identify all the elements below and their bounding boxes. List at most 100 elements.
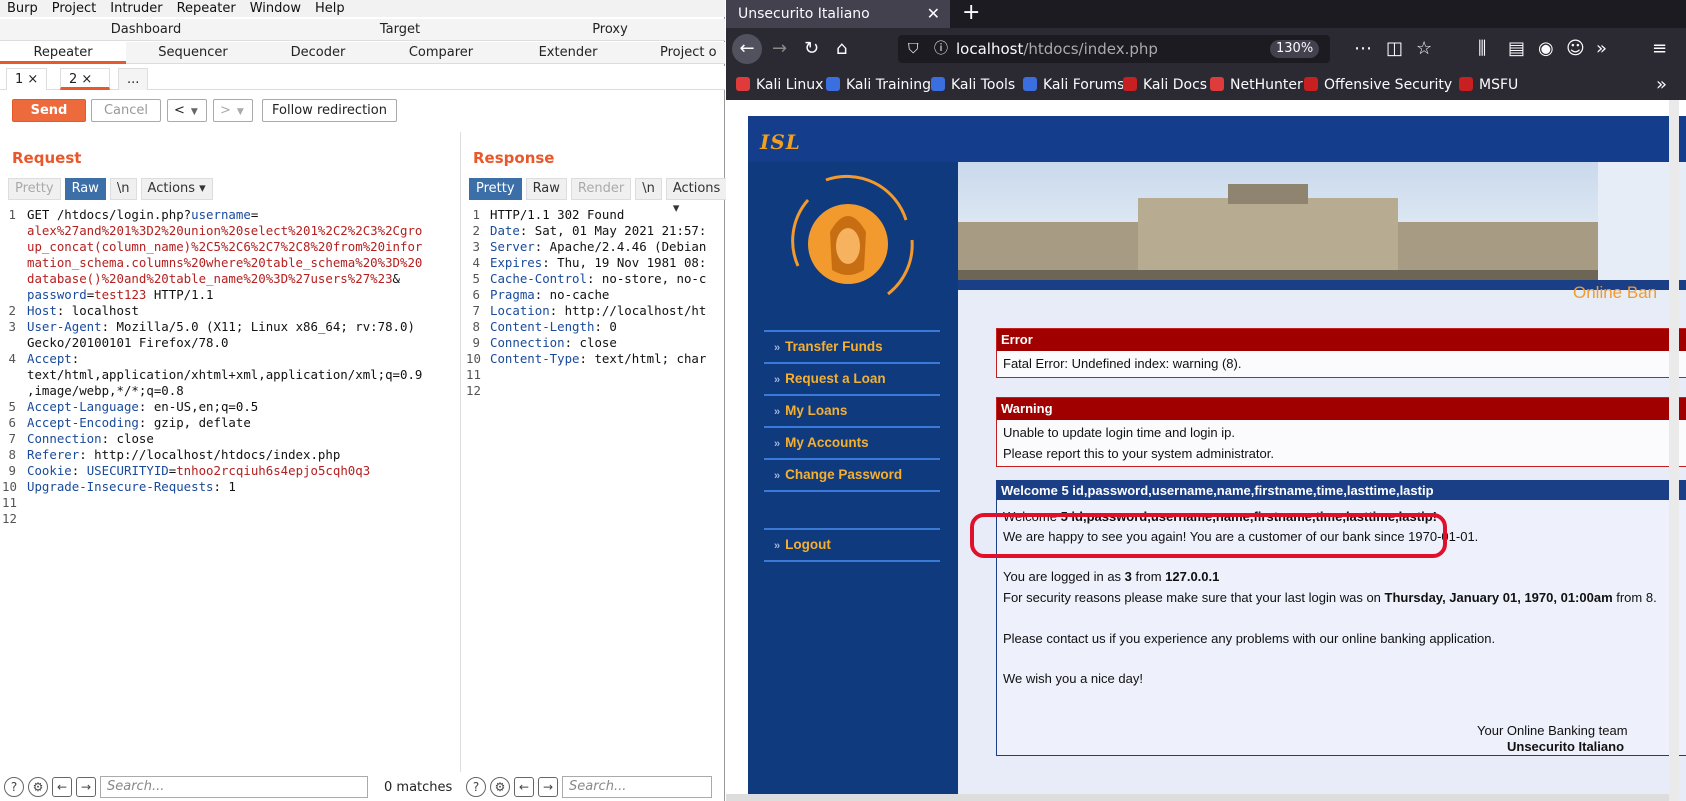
repeater-tab-1[interactable]: 1 ×: [6, 68, 48, 90]
tab-decoder[interactable]: Decoder: [255, 42, 381, 64]
request-code-line: Cookie: USECURITYID=tnhoo2rcqiuh6s4epjo5…: [27, 462, 370, 479]
bookmark-item[interactable]: Kali Tools: [931, 76, 1015, 94]
account-icon[interactable]: ◉: [1538, 39, 1554, 59]
cancel-button[interactable]: Cancel: [91, 99, 161, 122]
bookmark-item[interactable]: Kali Forums: [1023, 76, 1124, 94]
bookmark-item[interactable]: Kali Linux: [736, 76, 823, 94]
response-raw-button[interactable]: Raw: [525, 178, 567, 200]
repeater-tab-new[interactable]: ...: [118, 68, 149, 90]
security-line: For security reasons please make sure th…: [1003, 590, 1657, 605]
extension-icon[interactable]: ☺: [1566, 39, 1585, 59]
nav-item[interactable]: » Change Password: [764, 458, 940, 491]
nav-item[interactable]: » Transfer Funds: [764, 330, 940, 363]
request-line-number: 6: [8, 415, 16, 430]
help-icon[interactable]: ?: [466, 777, 486, 797]
nav-item[interactable]: » My Accounts: [764, 426, 940, 459]
reload-icon[interactable]: ↻: [804, 39, 819, 59]
bookmark-favicon-icon: [1023, 77, 1037, 91]
bookmark-item[interactable]: Kali Training: [826, 76, 931, 94]
response-token: : Sat, 01 May 2021 21:57:: [519, 223, 707, 238]
response-line-number: 5: [472, 271, 480, 286]
hamburger-menu-icon[interactable]: ≡: [1652, 39, 1667, 59]
request-token: : en-US,en;q=0.5: [138, 399, 259, 414]
repeater-subtabs: 1 × 2 × ...: [0, 66, 725, 90]
vertical-scrollbar[interactable]: [1669, 100, 1679, 801]
page-actions-icon[interactable]: ⋯: [1354, 39, 1372, 59]
logged-user: 3: [1124, 569, 1132, 584]
follow-redirection-button[interactable]: Follow redirection: [262, 99, 397, 122]
request-token: database()%20and%20table_name%20%3D%27us…: [27, 271, 393, 286]
close-tab-icon[interactable]: ✕: [927, 0, 940, 28]
previous-match-icon[interactable]: ←: [514, 777, 534, 797]
nav-item[interactable]: » My Loans: [764, 394, 940, 427]
bookmark-item[interactable]: MSFU: [1459, 76, 1518, 94]
url-bar[interactable]: ⛉ ⓘ localhost/htdocs/index.php 130%: [898, 35, 1330, 63]
tab-sequencer[interactable]: Sequencer: [130, 42, 256, 64]
tab-project-options[interactable]: Project o: [660, 42, 730, 64]
menu-window[interactable]: Window: [243, 0, 308, 17]
gear-icon[interactable]: ⚙: [28, 777, 48, 797]
request-editor[interactable]: 1 GET /htdocs/login.php?username= alex%27a…: [0, 206, 458, 566]
menu-burp[interactable]: Burp: [0, 0, 45, 17]
request-token: :: [71, 463, 87, 478]
pocket-icon[interactable]: ◫: [1386, 39, 1403, 59]
browser-tab[interactable]: Unsecurito Italiano ✕: [726, 0, 950, 28]
new-tab-icon[interactable]: +: [962, 0, 980, 26]
request-search-input[interactable]: Search...: [100, 776, 368, 798]
bookmark-item[interactable]: Offensive Security: [1304, 76, 1452, 94]
bookmark-item[interactable]: Kali Docs: [1123, 76, 1207, 94]
gear-icon[interactable]: ⚙: [490, 777, 510, 797]
history-forward-button[interactable]: > ▼: [213, 99, 253, 122]
request-pretty-button[interactable]: Pretty: [8, 178, 61, 200]
send-button[interactable]: Send: [12, 99, 86, 122]
previous-match-icon[interactable]: ←: [52, 777, 72, 797]
menu-help[interactable]: Help: [308, 0, 352, 17]
response-render-button[interactable]: Render: [570, 178, 632, 200]
horizontal-scrollbar[interactable]: [726, 794, 1669, 801]
tab-target[interactable]: Target: [340, 19, 460, 41]
repeater-tab-2[interactable]: 2 ×: [60, 68, 110, 90]
pane-divider[interactable]: [460, 132, 461, 772]
menu-project[interactable]: Project: [45, 0, 103, 17]
error-title: Error: [997, 329, 1686, 351]
next-match-icon[interactable]: →: [76, 777, 96, 797]
bookmarks-overflow-icon[interactable]: »: [1656, 75, 1667, 95]
tab-comparer[interactable]: Comparer: [378, 42, 504, 64]
response-token: Date: [490, 223, 520, 238]
shield-icon[interactable]: ⛉: [908, 35, 919, 63]
back-button-icon[interactable]: ←: [732, 34, 762, 64]
request-actions-button[interactable]: Actions ▾: [140, 178, 213, 200]
response-search-input[interactable]: Search...: [562, 776, 712, 798]
library-icon[interactable]: ⫼: [1478, 39, 1486, 59]
navigation-bar: ← → ↻ ⌂ ⛉ ⓘ localhost/htdocs/index.php 1…: [726, 28, 1686, 70]
menu-repeater[interactable]: Repeater: [170, 0, 243, 17]
warning-box: Warning Unable to update login time and …: [996, 397, 1686, 467]
response-actions-button[interactable]: Actions ▾: [665, 178, 728, 216]
request-newline-button[interactable]: \n: [109, 178, 137, 200]
history-back-button[interactable]: < ▼: [167, 99, 207, 122]
bookmark-star-icon[interactable]: ☆: [1416, 39, 1432, 59]
main-tabs-row2: Repeater Sequencer Decoder Comparer Exte…: [0, 42, 725, 64]
menu-intruder[interactable]: Intruder: [103, 0, 169, 17]
forward-button-icon[interactable]: →: [772, 39, 787, 59]
bookmark-item[interactable]: NetHunter: [1210, 76, 1303, 94]
response-pretty-button[interactable]: Pretty: [469, 178, 522, 200]
request-raw-button[interactable]: Raw: [64, 178, 106, 200]
sidebar-icon[interactable]: ▤: [1508, 39, 1525, 59]
tab-extender[interactable]: Extender: [505, 42, 631, 64]
response-editor[interactable]: 1 HTTP/1.1 302 Found 2 Date: Sat, 01 May 20…: [462, 206, 724, 426]
home-icon[interactable]: ⌂: [836, 39, 847, 59]
overflow-menu-icon[interactable]: »: [1596, 39, 1607, 59]
info-icon[interactable]: ⓘ: [934, 35, 948, 63]
tab-dashboard[interactable]: Dashboard: [86, 19, 206, 41]
help-icon[interactable]: ?: [4, 777, 24, 797]
nav-item[interactable]: » Request a Loan: [764, 362, 940, 395]
nav-logout[interactable]: » Logout: [764, 528, 940, 561]
response-newline-button[interactable]: \n: [635, 178, 662, 200]
web-page: ISL » Transfer Funds » Request a Loan » My Lo…: [726, 100, 1686, 801]
next-match-icon[interactable]: →: [538, 777, 558, 797]
zoom-badge[interactable]: 130%: [1270, 40, 1320, 58]
tab-repeater[interactable]: Repeater: [0, 42, 126, 64]
nav-item-label: My Accounts: [785, 435, 869, 450]
tab-proxy[interactable]: Proxy: [550, 19, 670, 41]
